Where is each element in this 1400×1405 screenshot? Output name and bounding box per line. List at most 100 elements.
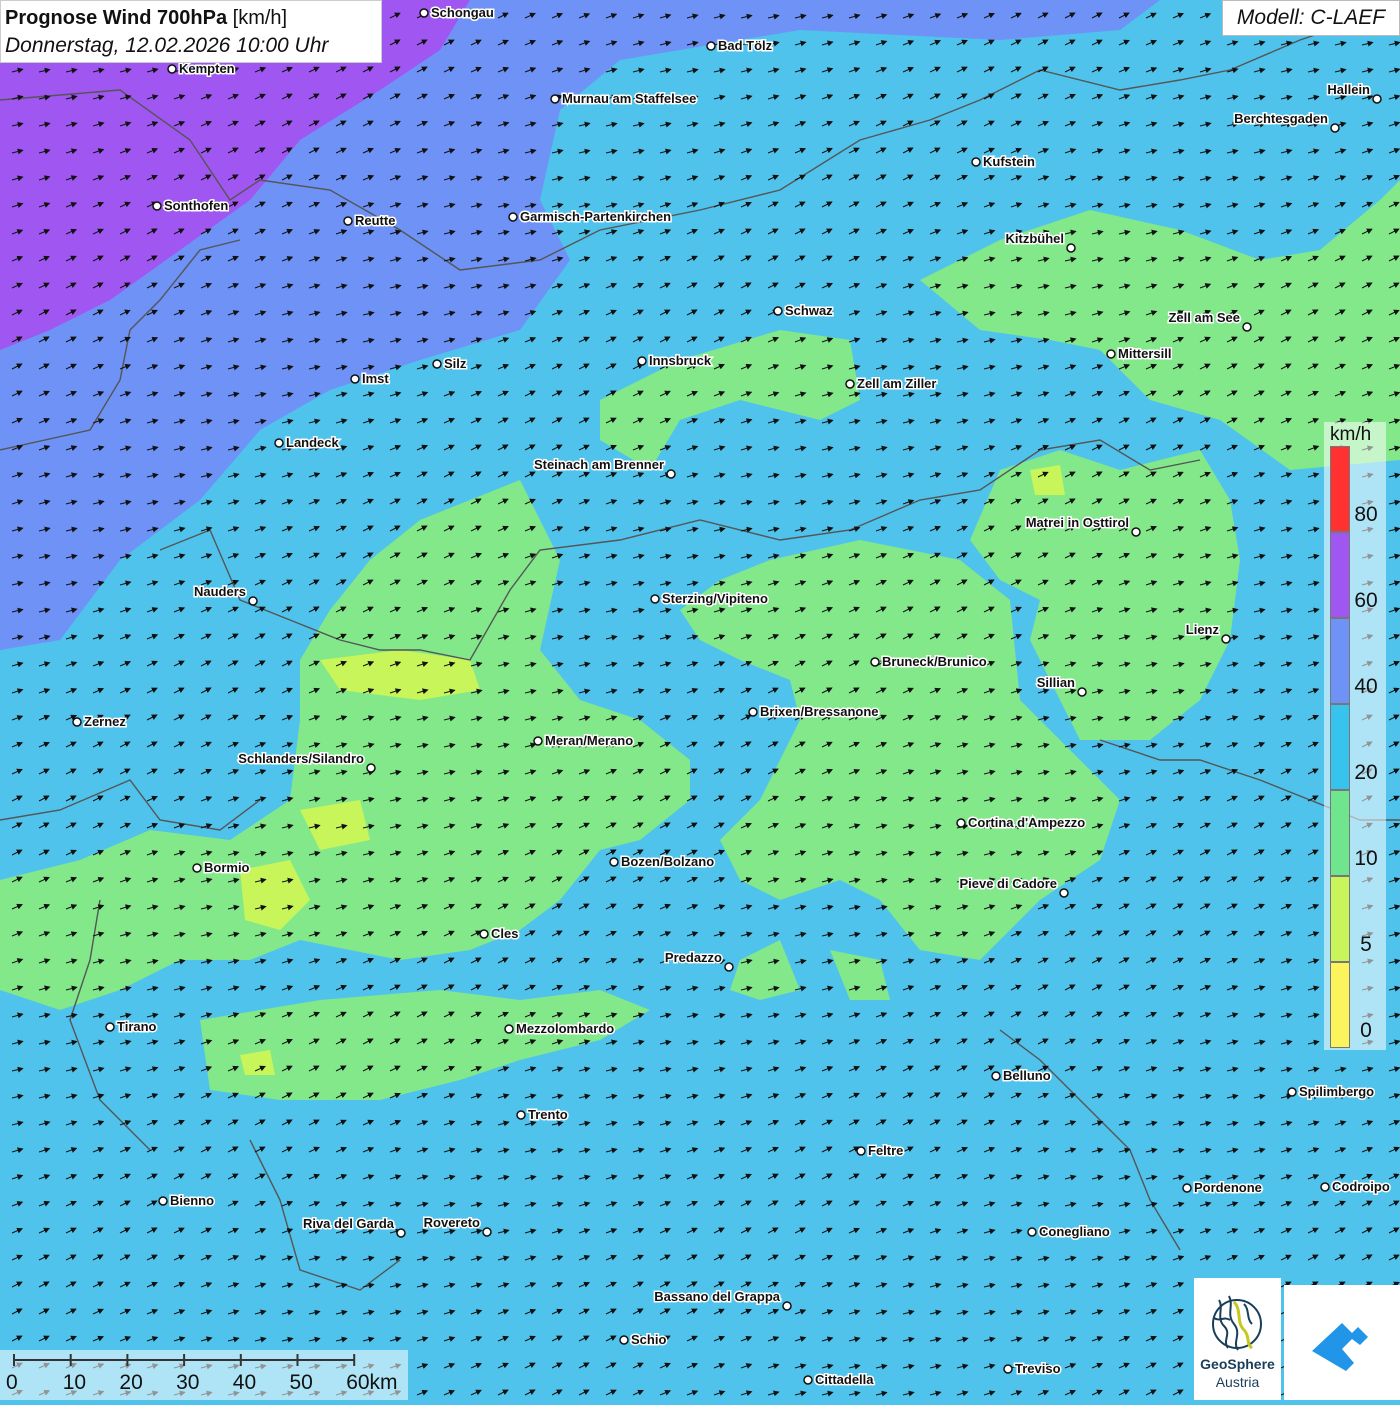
mountain-cloud-icon	[1312, 1323, 1368, 1371]
city-label: Feltre	[868, 1143, 903, 1158]
city-marker: Brixen/Bressanone	[748, 703, 880, 721]
city-label: Trento	[528, 1107, 568, 1122]
city-dot	[1330, 123, 1340, 133]
city-marker: Pordenone	[1182, 1179, 1263, 1197]
city-label: Steinach am Brenner	[534, 457, 664, 472]
title-box: Prognose Wind 700hPa [km/h] Donnerstag, …	[0, 0, 382, 63]
city-label: Hallein	[1327, 82, 1370, 97]
legend-label: 0	[1360, 1019, 1372, 1042]
city-dot	[419, 8, 429, 18]
logo-name: GeoSphere	[1200, 1356, 1275, 1372]
city-dot	[396, 1228, 406, 1238]
city-dot	[845, 379, 855, 389]
city-dot	[1077, 687, 1087, 697]
city-marker: Cittadella	[803, 1371, 876, 1389]
city-label: Mittersill	[1118, 346, 1171, 361]
city-label: Cles	[491, 926, 518, 941]
city-label: Mezzolombardo	[516, 1021, 614, 1036]
legend-label: 10	[1354, 847, 1378, 870]
city-label: Kempten	[179, 61, 235, 76]
city-dot	[432, 359, 442, 369]
city-marker: Murnau am Staffelsee	[550, 90, 698, 108]
city-dot	[724, 962, 734, 972]
city-dot	[1320, 1182, 1330, 1192]
city-dot	[1066, 243, 1076, 253]
city-dot	[152, 201, 162, 211]
city-dot	[1372, 94, 1382, 104]
map-title-unit: [km/h]	[232, 7, 288, 29]
city-label: Landeck	[286, 435, 340, 450]
city-label: Bienno	[170, 1193, 214, 1208]
city-label: Tirano	[117, 1019, 157, 1034]
city-dot	[105, 1022, 115, 1032]
city-dot	[1287, 1087, 1297, 1097]
city-dot	[158, 1196, 168, 1206]
city-dot	[192, 863, 202, 873]
legend-swatch	[1330, 532, 1350, 618]
city-label: Sillian	[1037, 675, 1075, 690]
city-dot	[366, 763, 376, 773]
city-label: Kufstein	[983, 154, 1035, 169]
city-marker: Sterzing/Vipiteno	[650, 590, 769, 608]
city-dot	[516, 1110, 526, 1120]
city-dot	[1059, 888, 1069, 898]
city-label: Zell am Ziller	[857, 376, 936, 391]
city-dot	[773, 306, 783, 316]
city-dot	[482, 1227, 492, 1237]
scale-label: 40	[232, 1371, 257, 1394]
legend-label: 80	[1354, 503, 1378, 526]
city-label: Bassano del Grappa	[654, 1289, 780, 1304]
city-dot	[550, 94, 560, 104]
city-label: Pieve di Cadore	[959, 876, 1057, 891]
city-dot	[609, 857, 619, 867]
city-dot	[1003, 1364, 1013, 1374]
legend-unit: km/h	[1330, 424, 1372, 445]
city-label: Berchtesgaden	[1234, 111, 1328, 126]
city-marker: Bruneck/Brunico	[870, 653, 988, 671]
city-label: Codroipo	[1332, 1179, 1390, 1194]
city-dot	[856, 1146, 866, 1156]
scale-label: 0	[6, 1371, 18, 1394]
city-label: Schwaz	[785, 303, 833, 318]
city-label: Pordenone	[1194, 1180, 1262, 1195]
city-dot	[637, 356, 647, 366]
scale-label: 30	[176, 1371, 200, 1394]
city-marker: Bozen/Bolzano	[609, 853, 716, 871]
city-dot	[666, 469, 676, 479]
city-label: Brixen/Bressanone	[760, 704, 879, 719]
city-dot	[343, 216, 353, 226]
geosphere-emblem-icon	[1212, 1295, 1262, 1351]
city-label: Reutte	[355, 213, 395, 228]
city-dot	[350, 374, 360, 384]
city-dot	[706, 41, 716, 51]
city-marker: Spilimbergo	[1287, 1083, 1376, 1101]
city-label: Conegliano	[1039, 1224, 1110, 1239]
city-marker: Cortina d'Ampezzo	[956, 814, 1087, 832]
city-label: Garmisch-Partenkirchen	[520, 209, 671, 224]
city-dot	[274, 438, 284, 448]
city-label: Murnau am Staffelsee	[562, 91, 696, 106]
city-label: Bozen/Bolzano	[621, 854, 714, 869]
legend-label: 20	[1354, 761, 1378, 784]
city-label: Kitzbühel	[1006, 231, 1065, 246]
city-label: Nauders	[194, 584, 246, 599]
city-label: Zernez	[84, 714, 126, 729]
city-label: Spilimbergo	[1299, 1084, 1374, 1099]
city-dot	[1106, 349, 1116, 359]
city-label: Schongau	[431, 5, 494, 20]
wind-map: Schongau Bad Tölz Kempten Murnau am Staffel…	[0, 0, 1400, 1400]
city-label: Bad Tölz	[718, 38, 773, 53]
city-label: Belluno	[1003, 1068, 1051, 1083]
city-label: Innsbruck	[649, 353, 712, 368]
forecast-datetime: Donnerstag, 12.02.2026 10:00 Uhr	[5, 34, 329, 57]
legend-swatch	[1330, 962, 1350, 1048]
city-dot	[956, 818, 966, 828]
city-dot	[1242, 322, 1252, 332]
city-label: Bruneck/Brunico	[882, 654, 987, 669]
city-marker: Mezzolombardo	[504, 1020, 616, 1038]
city-label: Cortina d'Ampezzo	[968, 815, 1085, 830]
city-marker: Zell am Ziller	[845, 375, 938, 393]
legend-swatch	[1330, 876, 1350, 962]
legend-label: 60	[1354, 589, 1378, 612]
city-label: Treviso	[1015, 1361, 1061, 1376]
